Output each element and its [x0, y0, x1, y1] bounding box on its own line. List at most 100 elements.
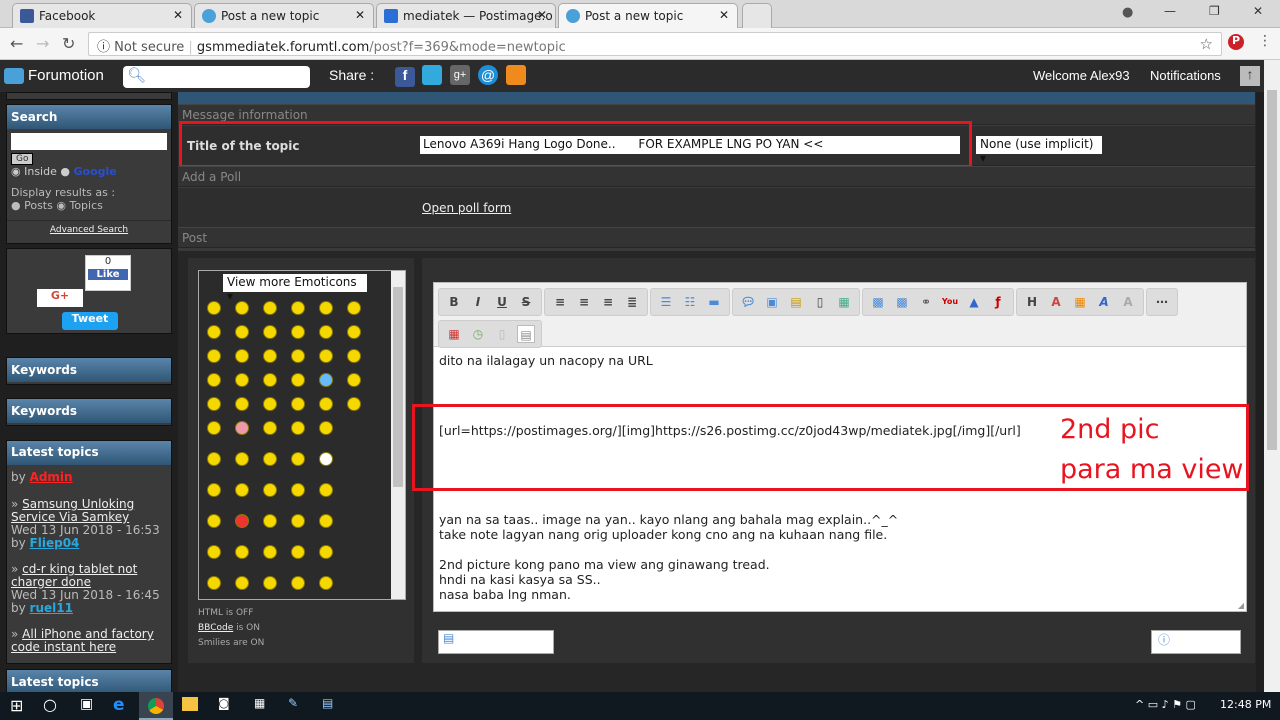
close-tab-icon[interactable]: ✕ — [537, 8, 547, 22]
emoticon-icon[interactable] — [207, 349, 221, 363]
open-poll-link[interactable]: Open poll form — [422, 201, 511, 215]
align-center-button[interactable]: ≡ — [575, 293, 593, 311]
emoticon-icon[interactable] — [235, 452, 249, 466]
emoticon-icon[interactable] — [207, 373, 221, 387]
host-image-button[interactable]: ▩ — [893, 293, 911, 311]
emoticon-icon[interactable] — [235, 373, 249, 387]
twitter-share-icon[interactable] — [422, 65, 442, 85]
google-plus-button[interactable]: G+ — [37, 289, 83, 307]
emoticon-icon[interactable] — [319, 452, 333, 466]
emoticon-icon[interactable] — [347, 397, 361, 411]
topics-radio[interactable]: ◉ — [56, 199, 66, 212]
emoticon-icon[interactable] — [207, 452, 221, 466]
source-mode-button[interactable]: ▤ — [517, 325, 535, 343]
table-button[interactable]: ▦ — [835, 293, 853, 311]
emoticon-icon[interactable] — [291, 483, 305, 497]
bullet-list-button[interactable]: ☰ — [657, 293, 675, 311]
topic-link[interactable]: All iPhone and factory code instant here — [11, 627, 154, 654]
color-button[interactable]: ▦ — [1071, 293, 1089, 311]
close-tab-icon[interactable]: ✕ — [719, 8, 729, 22]
emoticon-icon[interactable] — [207, 301, 221, 315]
inside-radio[interactable]: ◉ — [11, 165, 21, 178]
emoticon-icon[interactable] — [207, 397, 221, 411]
page-scrollbar[interactable] — [1264, 60, 1280, 692]
editor-mode-toggle-button[interactable]: ▤ — [438, 630, 554, 654]
spoiler-button[interactable]: ▤ — [787, 293, 805, 311]
reload-icon[interactable]: ↻ — [62, 34, 75, 53]
paint-icon[interactable]: ✎ — [288, 696, 298, 710]
quote-button[interactable]: 💬︎ — [739, 293, 757, 311]
emoticon-icon[interactable] — [291, 349, 305, 363]
align-left-button[interactable]: ≡ — [551, 293, 569, 311]
notepad-icon[interactable]: ▤ — [322, 696, 333, 710]
justify-button[interactable]: ≣ — [623, 293, 641, 311]
posts-radio[interactable]: ● — [11, 199, 21, 212]
image-button[interactable]: ▩ — [869, 293, 887, 311]
emoticon-icon[interactable] — [235, 421, 249, 435]
topic-icon-select[interactable]: None (use implicit) ▾ — [976, 136, 1102, 165]
calculator-icon[interactable]: ▦ — [254, 696, 265, 710]
close-window-button[interactable]: ✕ — [1253, 4, 1263, 18]
emoticon-icon[interactable] — [263, 483, 277, 497]
more-button[interactable]: ⋯ — [1153, 293, 1171, 311]
emoticon-icon[interactable] — [263, 397, 277, 411]
font-size-button[interactable]: A — [1047, 293, 1065, 311]
like-box[interactable]: 0 Like — [85, 255, 131, 291]
emoticon-icon[interactable] — [319, 397, 333, 411]
tray-icons[interactable]: ^ ▭ ♪ ⚑ ▢ — [1135, 698, 1196, 711]
emoticon-icon[interactable] — [207, 545, 221, 559]
editor-info-button[interactable]: ⓘ — [1151, 630, 1241, 654]
welcome-user[interactable]: Welcome Alex93 — [1033, 68, 1130, 83]
emoticon-icon[interactable] — [235, 325, 249, 339]
facebook-share-icon[interactable]: f — [395, 67, 415, 87]
scroll-top-icon[interactable]: ↑ — [1240, 66, 1260, 86]
notifications-link[interactable]: Notifications — [1150, 68, 1221, 83]
emoticon-icon[interactable] — [291, 301, 305, 315]
pinterest-icon[interactable]: P — [1228, 34, 1244, 50]
emoticon-icon[interactable] — [347, 301, 361, 315]
strike-button[interactable]: S — [517, 293, 535, 311]
emoticon-icon[interactable] — [291, 576, 305, 590]
clock[interactable]: 12:48 PM — [1220, 698, 1271, 711]
emoticon-icon[interactable] — [263, 545, 277, 559]
font-button[interactable]: A — [1095, 293, 1113, 311]
emoticon-icon[interactable] — [235, 514, 249, 528]
emoticon-icon[interactable] — [319, 301, 333, 315]
tab-facebook[interactable]: Facebook ✕ — [12, 3, 192, 28]
emoticon-icon[interactable] — [319, 514, 333, 528]
bbcode-link[interactable]: BBCode — [198, 623, 233, 633]
cortana-icon[interactable]: ○ — [43, 695, 57, 714]
emoticon-icon[interactable] — [319, 325, 333, 339]
youtube-button[interactable]: You — [941, 293, 959, 311]
like-button[interactable]: Like — [88, 269, 128, 280]
forumotion-search-input[interactable]: 🔍︎ — [123, 66, 310, 88]
menu-icon[interactable]: ⋮ — [1258, 33, 1272, 49]
author-link[interactable]: Fliep04 — [30, 536, 80, 550]
emoticon-icon[interactable] — [291, 325, 305, 339]
windows-start-icon[interactable]: ⊞ — [10, 696, 23, 715]
chrome-icon[interactable] — [139, 692, 173, 720]
rss-icon[interactable] — [506, 65, 526, 85]
tab-post-topic-active[interactable]: Post a new topic ✕ — [558, 3, 738, 28]
remove-format-button[interactable]: A — [1119, 293, 1137, 311]
edge-icon[interactable]: e — [113, 695, 125, 715]
emoticon-icon[interactable] — [291, 373, 305, 387]
emoticon-icon[interactable] — [319, 483, 333, 497]
more-emoticons-select[interactable]: View more Emoticons ▾ — [223, 274, 367, 303]
dailymotion-button[interactable]: ▲ — [965, 293, 983, 311]
emoticon-icon[interactable] — [263, 576, 277, 590]
emoticon-icon[interactable] — [207, 576, 221, 590]
emoticon-icon[interactable] — [235, 397, 249, 411]
google-radio[interactable]: ● — [60, 165, 70, 178]
bold-button[interactable]: B — [445, 293, 463, 311]
emoticon-icon[interactable] — [207, 483, 221, 497]
forumotion-brand[interactable]: Forumotion — [28, 67, 104, 84]
emoticon-icon[interactable] — [347, 373, 361, 387]
close-tab-icon[interactable]: ✕ — [173, 8, 183, 22]
emoticon-icon[interactable] — [263, 325, 277, 339]
maximize-button[interactable]: ❐ — [1209, 4, 1220, 18]
heading-button[interactable]: H — [1023, 293, 1041, 311]
sidebar-search-input[interactable] — [11, 133, 167, 150]
emoticon-icon[interactable] — [347, 349, 361, 363]
time-button[interactable]: ◷ — [469, 325, 487, 343]
